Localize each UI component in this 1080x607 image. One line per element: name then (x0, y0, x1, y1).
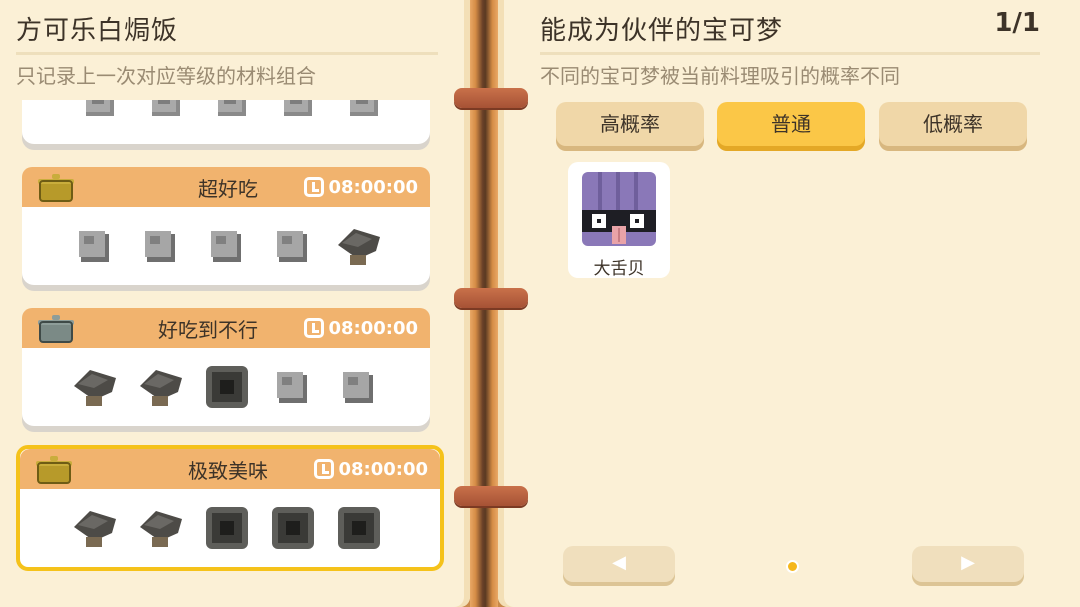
arrow-right-icon: ▶ (961, 552, 975, 573)
ingredient-icon (218, 100, 246, 116)
ingredient-icon (277, 372, 307, 403)
stone-ingredient-icon (206, 366, 248, 408)
ingredient-row (22, 207, 430, 285)
ingredient-icon (145, 231, 175, 262)
ingredient-icon (86, 100, 114, 116)
tab-normal-probability[interactable]: 普通 (717, 102, 865, 146)
pokemon-card[interactable]: 大舌贝 (568, 162, 670, 279)
title-divider (16, 52, 438, 55)
partner-subtitle: 不同的宝可梦被当前料理吸引的概率不同 (540, 64, 900, 88)
right-page (498, 0, 1080, 607)
ingredient-icon (211, 231, 241, 262)
mushroom-ingredient-icon (338, 229, 380, 265)
ingredient-icon (152, 100, 180, 116)
pokemon-avatar (582, 172, 656, 246)
recipe-list[interactable]: 超好吃 08:00:00 好吃到不行 08:00:00 极致美味 08:00:0… (0, 100, 470, 607)
next-page-button[interactable]: ▶ (912, 546, 1024, 582)
clock-icon (314, 459, 335, 479)
page-dot (786, 560, 799, 573)
recipe-timer: 08:00:00 (304, 315, 418, 341)
mushroom-ingredient-icon (74, 370, 116, 406)
timer-text: 08:00:00 (328, 176, 418, 198)
ingredient-icon (79, 231, 109, 262)
prev-page-button[interactable]: ◀ (563, 546, 675, 582)
recipe-level-name: 超好吃 (198, 177, 258, 201)
ingredient-row (22, 348, 430, 426)
cooking-pot-icon (38, 315, 74, 343)
ingredient-icon (284, 100, 312, 116)
mushroom-ingredient-icon (140, 370, 182, 406)
recipe-title: 方可乐白焗饭 (16, 16, 179, 46)
mushroom-ingredient-icon (140, 511, 182, 547)
ingredient-row (20, 489, 440, 567)
partner-title: 能成为伙伴的宝可梦 (540, 16, 784, 46)
recipe-card[interactable]: 超好吃 08:00:00 (22, 167, 430, 285)
recipe-timer: 08:00:00 (304, 174, 418, 200)
recipe-card[interactable] (22, 100, 430, 144)
recipe-card-header: 极致美味 08:00:00 (20, 449, 440, 489)
recipe-timer: 08:00:00 (314, 456, 428, 482)
mushroom-ingredient-icon (74, 511, 116, 547)
cooking-pot-icon (36, 456, 72, 484)
timer-text: 08:00:00 (338, 458, 428, 480)
recipe-card-header: 超好吃 08:00:00 (22, 167, 430, 207)
recipe-card-selected[interactable]: 极致美味 08:00:00 (16, 445, 444, 571)
recipe-level-name: 好吃到不行 (158, 318, 258, 342)
page-indicator: 1/1 (994, 8, 1040, 38)
ingredient-row (22, 100, 430, 144)
recipe-subtitle: 只记录上一次对应等级的材料组合 (16, 64, 316, 88)
tab-high-probability[interactable]: 高概率 (556, 102, 704, 146)
arrow-left-icon: ◀ (612, 552, 626, 573)
title-divider (540, 52, 1040, 55)
recipe-card[interactable]: 好吃到不行 08:00:00 (22, 308, 430, 426)
recipe-level-name: 极致美味 (188, 459, 268, 483)
timer-text: 08:00:00 (328, 317, 418, 339)
cooking-pot-icon (38, 174, 74, 202)
stone-ingredient-icon (206, 507, 248, 549)
ingredient-icon (277, 231, 307, 262)
tab-low-probability[interactable]: 低概率 (879, 102, 1027, 146)
clock-icon (304, 177, 325, 197)
stone-ingredient-icon (338, 507, 380, 549)
stone-ingredient-icon (272, 507, 314, 549)
recipe-card-header: 好吃到不行 08:00:00 (22, 308, 430, 348)
clock-icon (304, 318, 325, 338)
ingredient-icon (343, 372, 373, 403)
ingredient-icon (350, 100, 378, 116)
pokemon-name: 大舌贝 (593, 259, 645, 279)
